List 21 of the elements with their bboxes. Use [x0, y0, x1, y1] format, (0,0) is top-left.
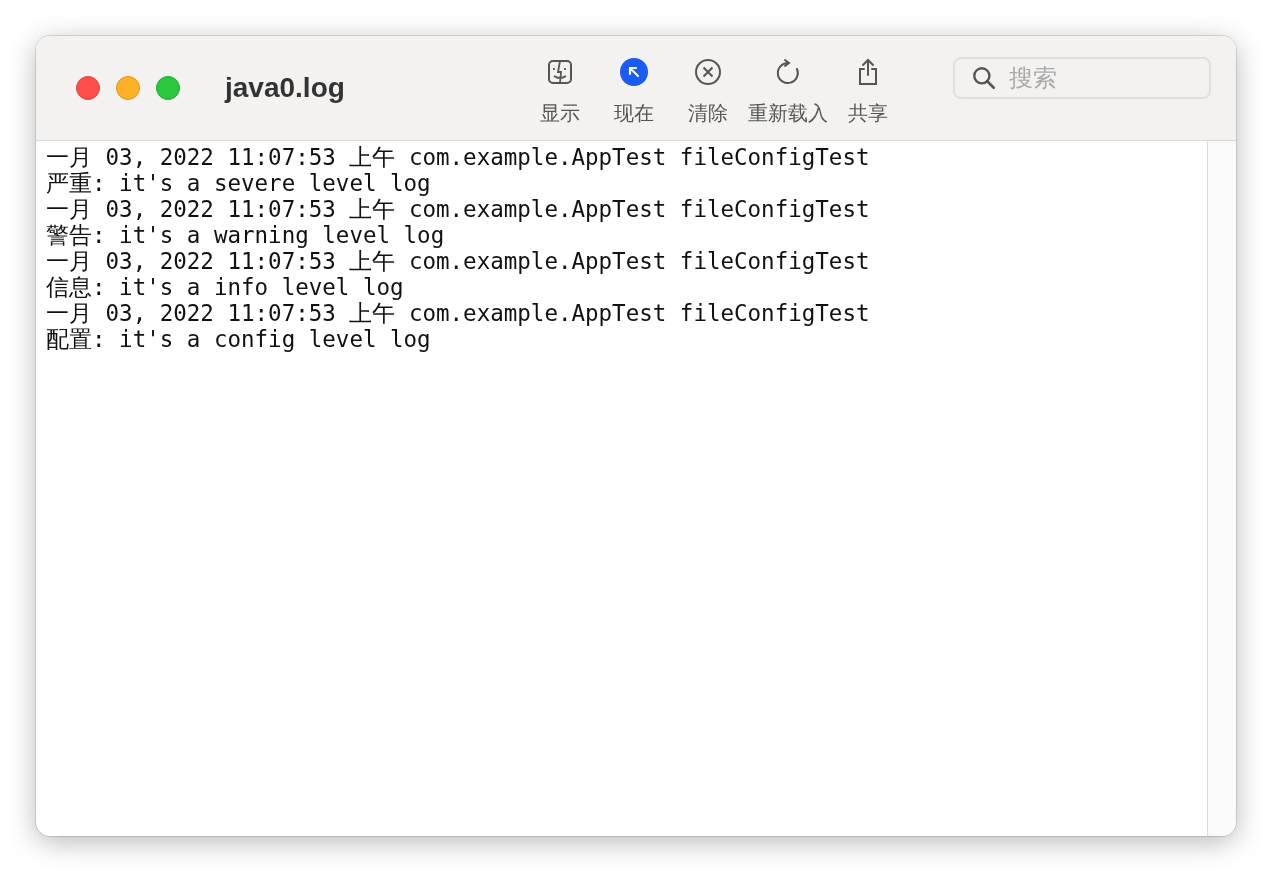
log-line: 严重: it's a severe level log — [46, 170, 432, 196]
log-line: 一月 03, 2022 11:07:53 上午 com.example.AppTest fileConfigTest — [46, 196, 871, 222]
minimize-button[interactable] — [116, 76, 140, 100]
log-line: 一月 03, 2022 11:07:53 上午 com.example.AppTest fileConfigTest — [46, 248, 871, 274]
search-field[interactable]: 搜索 — [953, 57, 1211, 99]
toolbar-button[interactable]: 重新载入 — [747, 58, 828, 127]
x-circle-icon — [693, 58, 722, 86]
window-title: java0.log — [225, 72, 345, 104]
toolbar-button[interactable]: 清除 — [673, 58, 742, 127]
zoom-button[interactable] — [156, 76, 180, 100]
log-line: 一月 03, 2022 11:07:53 上午 com.example.AppTest fileConfigTest — [46, 144, 871, 170]
log-line: 配置: it's a config level log — [46, 326, 432, 352]
toolbar-button[interactable]: 现在 — [599, 58, 668, 127]
finder-face-icon — [545, 58, 574, 86]
log-line: 一月 03, 2022 11:07:53 上午 com.example.AppTest fileConfigTest — [46, 300, 871, 326]
close-button[interactable] — [76, 76, 100, 100]
toolbar-button[interactable]: 显示 — [525, 58, 594, 127]
log-line: 信息: it's a info level log — [46, 274, 405, 300]
toolbar-button[interactable]: 共享 — [833, 58, 902, 127]
log-line: 警告: it's a warning level log — [46, 222, 446, 248]
arrow-circle-icon — [619, 58, 648, 86]
